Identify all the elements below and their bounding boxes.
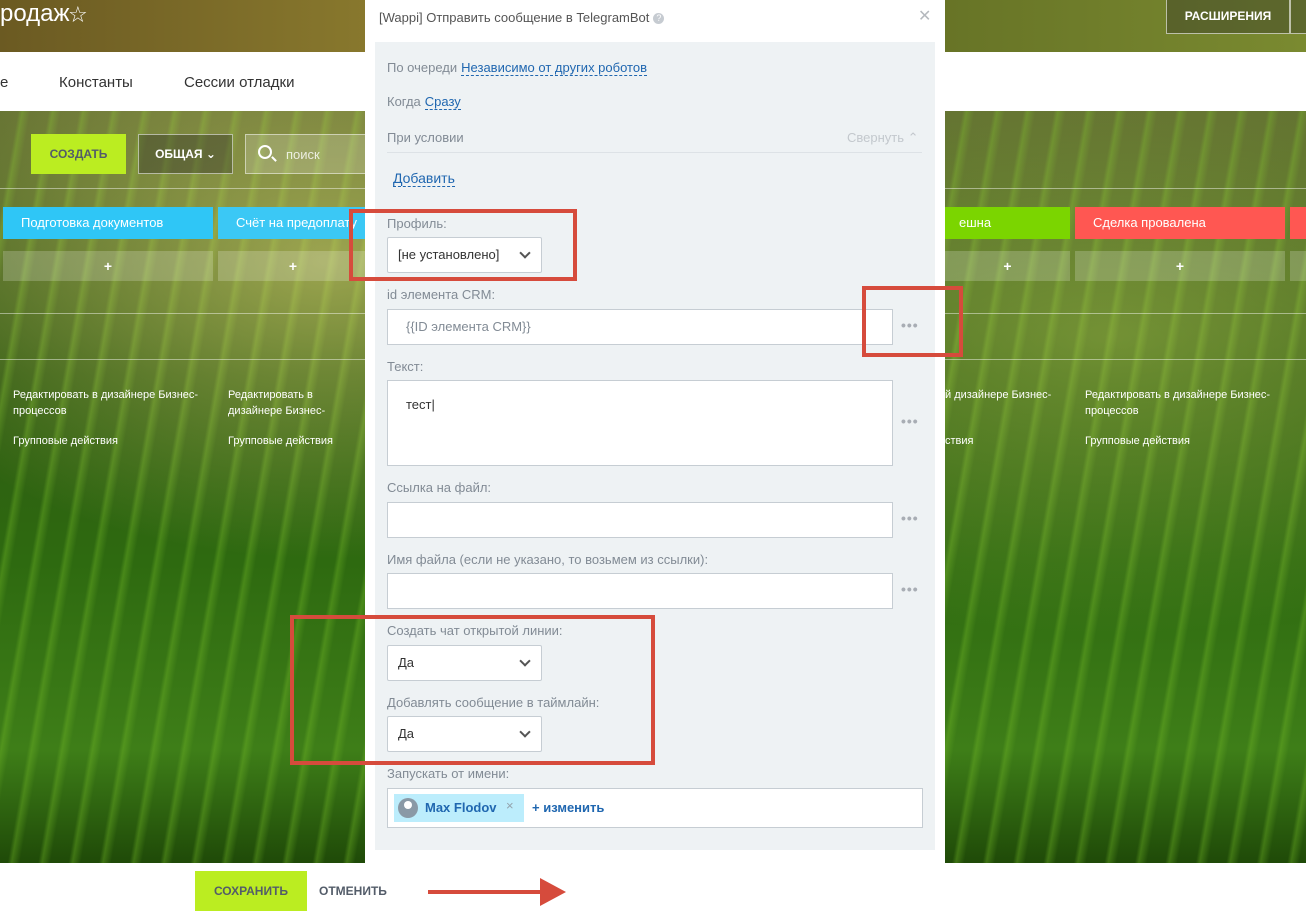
- add-robot-button[interactable]: [1290, 251, 1306, 281]
- stage-prepare-documents[interactable]: Подготовка документов: [3, 207, 213, 239]
- add-robot-button[interactable]: +: [218, 251, 368, 281]
- extensions-menu-button[interactable]: [1290, 0, 1306, 34]
- extensions-button[interactable]: РАСШИРЕНИЯ: [1166, 0, 1290, 34]
- file-name-field[interactable]: [387, 573, 893, 609]
- create-button[interactable]: СОЗДАТЬ: [31, 134, 126, 174]
- search-placeholder: поиск: [286, 147, 320, 162]
- stage-next[interactable]: [1290, 207, 1306, 239]
- group-actions-link[interactable]: Групповые действия: [13, 433, 118, 449]
- designer-link[interactable]: й дизайнере Бизнес-: [945, 387, 1075, 403]
- change-user-link[interactable]: + изменить: [532, 800, 604, 815]
- group-actions-link[interactable]: ствия: [945, 433, 985, 449]
- more-options-icon[interactable]: •••: [901, 581, 919, 597]
- collapse-link[interactable]: Свернуть ⌃: [847, 130, 919, 146]
- run-as-user-selector: Max Flodov × + изменить: [387, 788, 923, 828]
- stage-prepayment-invoice[interactable]: Счёт на предоплату: [218, 207, 368, 239]
- crm-id-field[interactable]: {{ID элемента CRM}}: [387, 309, 893, 345]
- general-filter-button[interactable]: ОБЩАЯ ⌄: [138, 134, 233, 174]
- designer-link[interactable]: Редактировать в дизайнере Бизнес-процесс…: [13, 387, 208, 419]
- file-name-label: Имя файла (если не указано, то возьмем и…: [387, 552, 709, 567]
- add-condition-link[interactable]: Добавить: [393, 170, 455, 187]
- stage-deal-lost[interactable]: Сделка провалена: [1075, 207, 1285, 239]
- close-icon[interactable]: ✕: [918, 6, 931, 26]
- user-tag: Max Flodov ×: [394, 794, 524, 822]
- file-link-field[interactable]: [387, 502, 893, 538]
- when-label: Когда: [387, 94, 421, 109]
- when-row: Когда Сразу: [387, 94, 461, 110]
- user-name[interactable]: Max Flodov: [425, 800, 497, 815]
- add-robot-button[interactable]: +: [3, 251, 213, 281]
- condition-label: При условии: [387, 130, 464, 145]
- queue-row: По очереди Независимо от других роботов: [387, 60, 647, 76]
- crm-id-label: id элемента CRM:: [387, 287, 496, 302]
- group-actions-link[interactable]: Групповые действия: [1085, 433, 1190, 449]
- more-options-icon[interactable]: •••: [901, 413, 919, 429]
- tab-debug-sessions[interactable]: Сессии отладки: [184, 74, 294, 91]
- file-link-label: Ссылка на файл:: [387, 480, 492, 495]
- cancel-button[interactable]: ОТМЕНИТЬ: [319, 871, 387, 911]
- annotation-box-profile: [349, 209, 577, 281]
- run-as-label: Запускать от имени:: [387, 766, 510, 781]
- annotation-box-dots: [862, 286, 963, 357]
- when-value-link[interactable]: Сразу: [424, 94, 461, 110]
- search-input[interactable]: поиск: [245, 134, 375, 174]
- stage-won[interactable]: ешна: [945, 207, 1070, 239]
- annotation-arrow-head: [540, 878, 566, 906]
- queue-label: По очереди: [387, 60, 458, 75]
- group-actions-link[interactable]: Групповые действия: [228, 433, 333, 449]
- more-options-icon[interactable]: •••: [901, 510, 919, 526]
- tab-constants[interactable]: Константы: [59, 74, 133, 91]
- divider: [387, 152, 922, 153]
- add-robot-button[interactable]: +: [1075, 251, 1285, 281]
- queue-value-link[interactable]: Независимо от других роботов: [461, 60, 647, 76]
- search-icon: [258, 145, 272, 159]
- annotation-box-options: [290, 615, 655, 765]
- page-title: родаж: [0, 0, 70, 27]
- text-field[interactable]: тест|: [387, 380, 893, 466]
- robot-settings-dialog: [Wappi] Отправить сообщение в TelegramBo…: [365, 0, 945, 916]
- remove-user-icon[interactable]: ×: [506, 798, 514, 813]
- avatar: [398, 798, 418, 818]
- dialog-title: [Wappi] Отправить сообщение в TelegramBo…: [379, 10, 665, 25]
- text-label: Текст:: [387, 359, 424, 374]
- help-icon[interactable]: ?: [653, 13, 665, 24]
- tab-truncated[interactable]: е: [0, 74, 8, 91]
- chevron-up-icon: ⌃: [907, 130, 919, 145]
- annotation-arrow: [428, 890, 546, 894]
- favorite-star-icon[interactable]: ☆: [68, 2, 88, 28]
- add-robot-button[interactable]: +: [945, 251, 1070, 281]
- designer-link[interactable]: Редактировать в дизайнере Бизнес-процесс…: [1085, 387, 1280, 419]
- designer-link[interactable]: Редактировать в дизайнере Бизнес-процесс…: [228, 387, 368, 419]
- save-button[interactable]: СОХРАНИТЬ: [195, 871, 307, 911]
